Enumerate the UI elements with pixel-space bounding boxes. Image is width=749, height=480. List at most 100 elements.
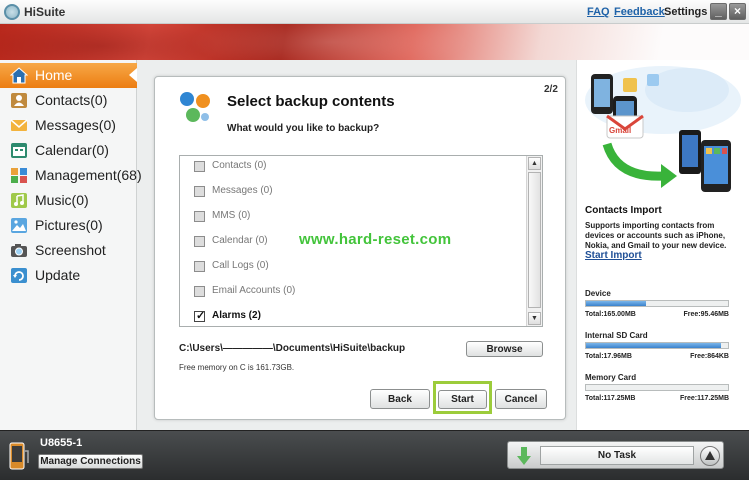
right-panel: Gmail Contacts Import Supports importing… [576,60,749,430]
dialog-title: Select backup contents [227,93,395,110]
mms-checkbox[interactable] [194,211,205,222]
sidebar-item-update[interactable]: Update [0,263,137,288]
messages-icon [10,117,28,134]
start-import-link[interactable]: Start Import [585,250,642,261]
sidebar: Home Contacts(0) Messages(0) Calendar(0)… [0,60,142,430]
watermark-text: www.hard-reset.com [299,231,452,248]
sidebar-item-label: Screenshot [35,242,106,258]
list-item[interactable]: MMS (0) [194,208,514,228]
close-button[interactable]: × [729,3,746,20]
storage-bar [585,300,729,307]
title-bar: HiSuite FAQ Feedback Settings _ × [0,0,749,24]
feedback-link[interactable]: Feedback [614,6,665,18]
item-label: Call Logs (0) [212,260,269,271]
list-scrollbar[interactable]: ▲ ▼ [526,156,542,326]
list-item[interactable]: Messages (0) [194,183,514,203]
sidebar-item-label: Home [35,67,73,83]
storage-label: Internal SD Card [585,331,648,340]
bottom-bar: U8655-1 Manage Connections No Task [0,430,749,480]
storage-total: Total:117.25MB [585,395,636,402]
scroll-thumb[interactable] [528,172,541,308]
dialog-subtitle: What would you like to backup? [227,123,380,134]
music-icon [10,192,28,209]
sidebar-item-contacts[interactable]: Contacts(0) [0,88,137,113]
storage-label: Memory Card [585,373,637,382]
sidebar-item-label: Pictures(0) [35,217,103,233]
alarms-checkbox[interactable] [194,309,205,322]
task-panel: No Task [507,441,724,469]
storage-bar [585,384,729,391]
storage-free: Free:95.46MB [683,311,729,318]
camera-icon [10,242,28,259]
contacts-import-description: Supports importing contacts from devices… [585,221,727,250]
item-label: Messages (0) [212,185,273,196]
back-button[interactable]: Back [370,389,430,409]
contacts-checkbox[interactable] [194,161,205,172]
settings-link[interactable]: Settings [664,6,707,18]
app-title: HiSuite [24,5,66,19]
sidebar-item-pictures[interactable]: Pictures(0) [0,213,137,238]
manage-connections-button[interactable]: Manage Connections [38,454,143,469]
minimize-button[interactable]: _ [710,3,727,20]
task-status: No Task [540,446,694,465]
update-icon [10,267,28,284]
contacts-icon [10,92,28,109]
storage-total: Total:17.96MB [585,353,632,360]
cancel-button[interactable]: Cancel [495,389,547,409]
faq-link[interactable]: FAQ [587,6,610,18]
item-label: Calendar (0) [212,235,268,246]
hisuite-logo-icon [4,4,20,20]
header-banner [0,24,749,60]
contacts-import-title: Contacts Import [585,205,662,216]
backup-dialog: Select backup contents What would you li… [154,76,566,420]
free-memory-text: Free memory on C is 161.73GB. [179,363,295,372]
sidebar-item-label: Management(68) [35,167,142,183]
start-button[interactable]: Start [438,390,487,409]
storage-bar [585,342,729,349]
item-label: MMS (0) [212,210,251,221]
list-item[interactable]: Email Accounts (0) [194,283,514,303]
browse-button[interactable]: Browse [466,341,543,357]
start-button-highlight: Start [433,381,492,414]
sidebar-item-label: Update [35,267,81,283]
sidebar-item-label: Music(0) [35,192,89,208]
pictures-icon [10,217,28,234]
sidebar-item-calendar[interactable]: Calendar(0) [0,138,137,163]
sidebar-item-home[interactable]: Home [0,63,137,88]
backup-logo-icon [177,89,215,125]
contacts-import-illustration: Gmail [577,60,749,200]
device-name: U8655-1 [40,437,83,449]
page-indicator: 2/2 [544,84,558,95]
backup-path: C:\Users\—————\Documents\HiSuite\backup [179,343,406,354]
item-label: Email Accounts (0) [212,285,296,296]
sidebar-item-label: Messages(0) [35,117,116,133]
gmail-label: Gmail [609,126,632,135]
calendar-checkbox[interactable] [194,236,205,247]
sidebar-item-music[interactable]: Music(0) [0,188,137,213]
scroll-up-icon[interactable]: ▲ [528,157,541,170]
sidebar-item-screenshot[interactable]: Screenshot [0,238,137,263]
item-label: Contacts (0) [212,160,267,171]
list-item[interactable]: Alarms (2) [194,308,514,328]
sidebar-item-messages[interactable]: Messages(0) [0,113,137,138]
download-arrow-icon[interactable] [516,446,532,466]
calendar-icon [10,142,28,159]
phone-usb-icon [8,441,30,473]
management-icon [10,167,28,184]
call-logs-checkbox[interactable] [194,261,205,272]
expand-up-icon[interactable] [700,446,720,466]
storage-bar-fill [586,343,721,348]
email-accounts-checkbox[interactable] [194,286,205,297]
storage-label: Device [585,289,611,298]
list-item[interactable]: Contacts (0) [194,158,514,178]
sidebar-item-label: Calendar(0) [35,142,109,158]
sidebar-item-management[interactable]: Management(68) [0,163,142,188]
home-icon [9,67,29,84]
storage-free: Free:864KB [690,353,729,360]
scroll-down-icon[interactable]: ▼ [528,312,541,325]
item-label: Alarms (2) [212,310,261,321]
storage-total: Total:165.00MB [585,311,636,318]
list-item[interactable]: Call Logs (0) [194,258,514,278]
messages-checkbox[interactable] [194,186,205,197]
storage-bar-fill [586,301,646,306]
